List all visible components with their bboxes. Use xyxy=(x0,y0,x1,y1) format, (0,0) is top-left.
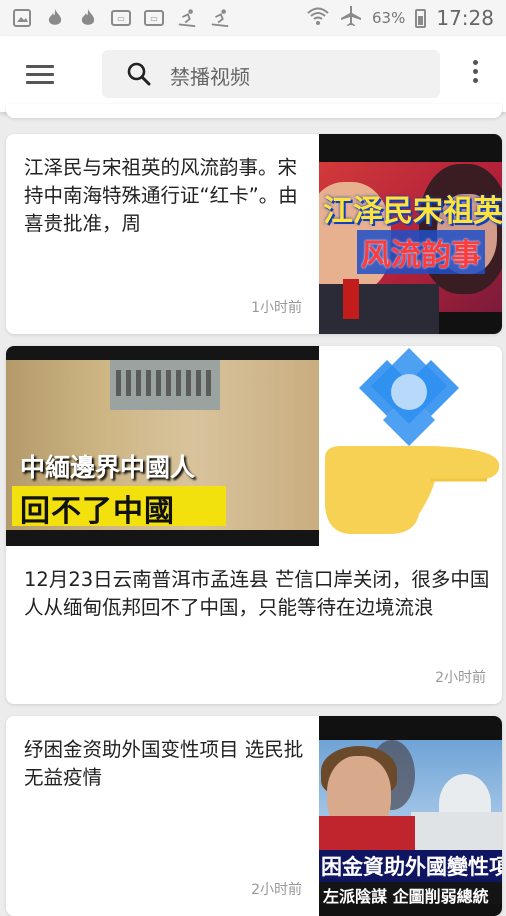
clock: 17:28 xyxy=(436,6,494,30)
feed-card-time: 1小时前 xyxy=(251,300,302,316)
notification-box-icon: ▭ xyxy=(144,9,164,27)
wifi-icon xyxy=(306,6,330,31)
feed-card[interactable]: 纾困金资助外国变性项目 选民批无益疫情 2小时前 困金資助外國變性項 左派陰謀 … xyxy=(6,716,502,916)
search-icon xyxy=(126,61,152,87)
status-left-icons: ▭ ▭ xyxy=(12,9,230,28)
thumbnail-caption: 困金資助外國變性項 xyxy=(321,855,502,879)
swipe-hint-graphic xyxy=(319,346,502,546)
feed-card[interactable]: 江泽民与宋祖英的风流韵事。宋持中南海特殊通行证“红卡”。由喜贵批准，周 1小时前… xyxy=(6,134,502,334)
thumbnail-caption: 江泽民宋祖英 xyxy=(323,194,502,229)
video-thumbnail[interactable]: 困金資助外國變性項 左派陰謀 企圖削弱總統 xyxy=(319,716,502,916)
flame-icon xyxy=(45,9,65,27)
battery-percent: 63% xyxy=(372,9,406,27)
notification-box-icon: ▭ xyxy=(111,9,131,27)
thumbnail-caption: 风流韵事 xyxy=(357,230,485,274)
image-icon xyxy=(12,9,32,27)
hamburger-menu-icon[interactable] xyxy=(26,65,54,85)
search-bar[interactable]: 禁播视频 xyxy=(102,50,440,98)
thumbnail-caption: 回不了中國 xyxy=(20,494,175,529)
skier-icon xyxy=(177,9,197,28)
airplane-mode-icon xyxy=(340,5,362,32)
flame-icon xyxy=(78,9,98,27)
more-vertical-icon[interactable] xyxy=(471,60,479,88)
feed-card-time: 2小时前 xyxy=(435,670,486,686)
app-bar: 禁播视频 xyxy=(0,36,506,112)
video-thumbnail[interactable]: 江泽民宋祖英 风流韵事 xyxy=(319,134,502,334)
skier-icon xyxy=(210,9,230,28)
status-right: 63% 17:28 xyxy=(306,5,494,32)
pointing-hand-icon xyxy=(325,348,500,534)
feed-card[interactable]: 中緬邊界中國人 回不了中國 12月23日云南普洱市孟连县 芒信口岸关闭，很多中国… xyxy=(6,346,502,704)
feed-card-title[interactable]: 江泽民与宋祖英的风流韵事。宋持中南海特殊通行证“红卡”。由喜贵批准，周 xyxy=(24,154,300,266)
thumbnail-caption: 中緬邊界中國人 xyxy=(20,453,196,482)
feed-card-partial xyxy=(6,104,502,118)
search-input[interactable]: 禁播视频 xyxy=(170,61,250,90)
status-bar: ▭ ▭ 63% 17:28 xyxy=(0,0,506,36)
thumbnail-caption: 左派陰謀 企圖削弱總統 xyxy=(323,887,489,906)
video-thumbnail[interactable]: 中緬邊界中國人 回不了中國 xyxy=(6,346,319,546)
battery-icon xyxy=(415,8,427,28)
feed-card-title[interactable]: 12月23日云南普洱市孟连县 芒信口岸关闭，很多中国人从缅甸佤邦回不了中国，只能… xyxy=(24,566,494,622)
feed-card-time: 2小时前 xyxy=(251,882,302,898)
feed-card-title[interactable]: 纾困金资助外国变性项目 选民批无益疫情 xyxy=(24,736,306,792)
